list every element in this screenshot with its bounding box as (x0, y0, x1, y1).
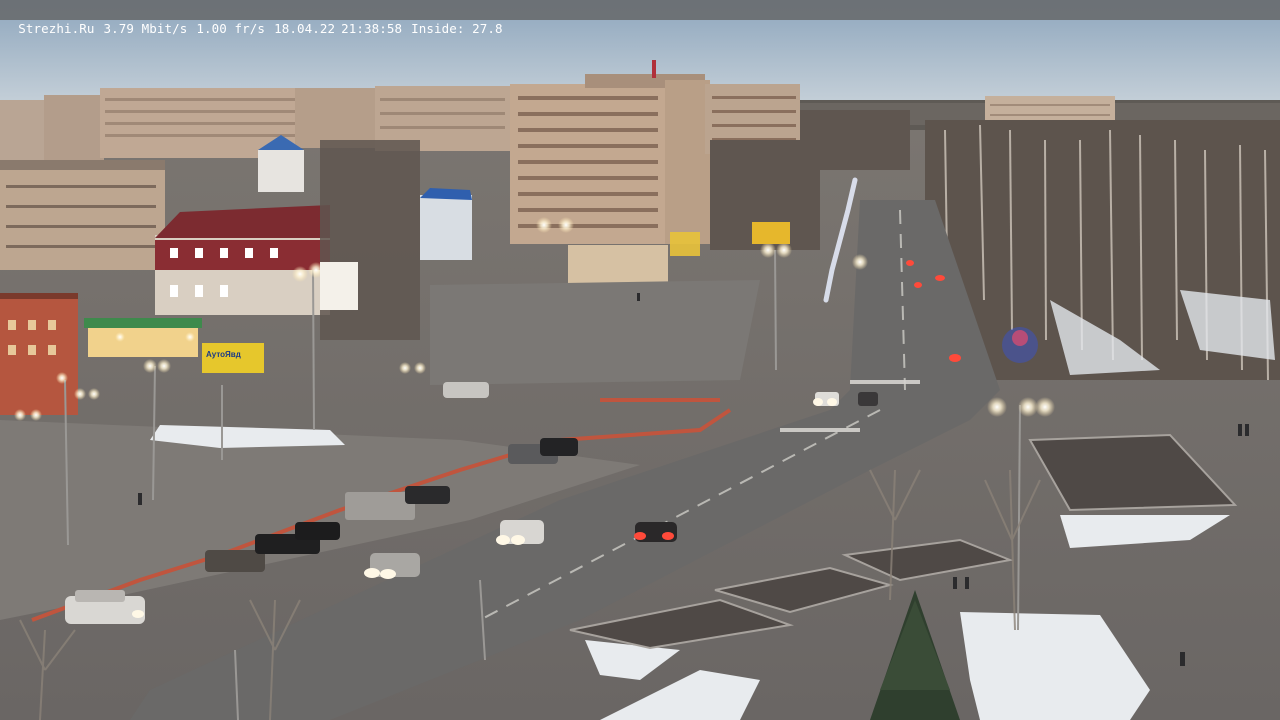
camera-info-bar: Strezhi.Ru 3.79 Mbit/s 1.00 fr/s 18.04.22 21… (0, 0, 1280, 36)
car-black-2 (295, 522, 340, 540)
date-label: 18.04.22 (274, 21, 336, 36)
yellow-sign-right (752, 222, 790, 244)
car-brown-suv (205, 550, 265, 572)
inside-temp-label: Inside: 27.8 (411, 21, 503, 36)
time-label: 21:38:58 (341, 21, 403, 36)
car-silver-parked (443, 382, 489, 398)
left-billboard-text: АутоЯвд (206, 350, 241, 359)
webcam-scene: АутоЯвд (0, 0, 1280, 720)
blue-light-decoration (1002, 327, 1038, 363)
yellow-sign-center (670, 232, 700, 256)
car-black-4 (540, 438, 578, 456)
car-dark-far (858, 392, 878, 406)
car-van-grey (345, 492, 415, 520)
framerate-label: 1.00 fr/s (196, 21, 266, 36)
bitrate-label: 3.79 Mbit/s (103, 21, 188, 36)
left-plaza (430, 280, 760, 385)
site-label: Strezhi.Ru (18, 21, 95, 36)
car-black-3 (405, 486, 450, 504)
